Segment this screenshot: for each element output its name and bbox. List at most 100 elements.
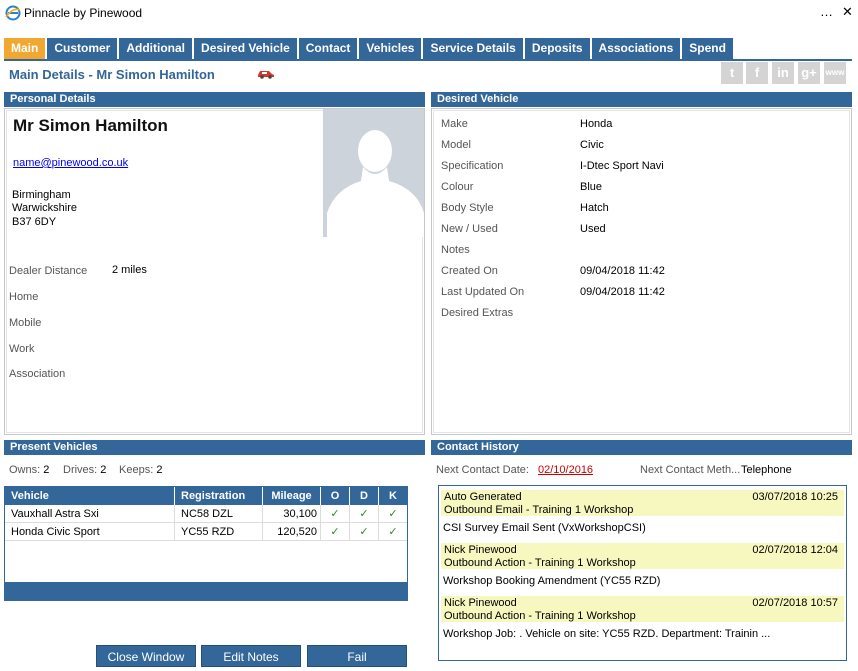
next-contact-method-label: Next Contact Meth... <box>640 464 741 476</box>
vehicle-cell: Vauxhall Astra Sxi <box>5 505 175 523</box>
address-line: Warwickshire <box>12 202 77 214</box>
vehicle-cell: Honda Civic Sport <box>5 523 175 541</box>
desired-vehicle-header: Desired Vehicle <box>431 92 852 107</box>
window-title: Pinnacle by Pinewood <box>24 6 143 20</box>
tab-customer[interactable]: Customer <box>47 38 118 59</box>
tab-underline <box>4 59 852 61</box>
avatar[interactable] <box>323 109 424 237</box>
field-label: Model <box>441 139 471 151</box>
close-window-button[interactable]: Close Window <box>96 645 196 667</box>
field-label: Specification <box>441 160 504 172</box>
keeps-count: Keeps: 2 <box>119 464 162 476</box>
tab-vehicles[interactable]: Vehicles <box>359 38 422 59</box>
page-title: Main Details - Mr Simon Hamilton <box>9 67 215 82</box>
tab-bar: Main Customer Additional Desired Vehicle… <box>4 38 735 60</box>
model-value: Civic <box>580 139 604 151</box>
column-header-owns[interactable]: O <box>321 487 350 505</box>
field-label: Association <box>9 368 66 380</box>
history-entry-body: Workshop Job: . Vehicle on site: YC55 RZ… <box>443 628 771 640</box>
field-label: Desired Extras <box>441 307 514 319</box>
email-link[interactable]: name@pinewood.co.uk <box>13 157 128 169</box>
dealer-distance-value: 2 miles <box>112 264 147 276</box>
next-contact-date-label: Next Contact Date: <box>436 464 529 476</box>
column-header-keeps[interactable]: K <box>379 487 407 505</box>
keeps-check-icon: ✓ <box>379 523 407 541</box>
table-header: Vehicle Registration Mileage O D K <box>5 487 407 505</box>
minimize-button[interactable]: … <box>820 4 833 19</box>
next-contact-method-value: Telephone <box>741 464 792 476</box>
close-window-icon[interactable]: ✕ <box>842 4 853 20</box>
history-entry-header[interactable]: Auto Generated 03/07/2018 10:25 Outbound… <box>441 490 844 516</box>
history-author: Nick Pinewood <box>444 544 517 556</box>
field-label: Home <box>9 291 39 303</box>
make-value: Honda <box>580 118 613 130</box>
history-author: Auto Generated <box>444 491 522 503</box>
owns-check-icon: ✓ <box>321 523 350 541</box>
table-footer <box>5 582 407 600</box>
mileage-cell: 30,100 <box>263 505 321 523</box>
history-entry-body: Workshop Booking Amendment (YC55 RZD) <box>443 575 661 587</box>
history-action: Outbound Action - Training 1 Workshop <box>444 557 636 569</box>
tab-deposits[interactable]: Deposits <box>524 38 590 59</box>
history-entry-body: CSI Survey Email Sent (VxWorkshopCSI) <box>443 522 646 534</box>
drives-value: 2 <box>100 464 107 476</box>
keeps-value: 2 <box>156 464 163 476</box>
contact-history-list[interactable]: Auto Generated 03/07/2018 10:25 Outbound… <box>438 485 847 661</box>
last-updated-value: 09/04/2018 11:42 <box>580 286 665 298</box>
specification-value: I-Dtec Sport Navi <box>580 160 664 172</box>
history-timestamp: 02/07/2018 12:04 <box>752 544 838 556</box>
owns-label: Owns: <box>9 464 41 476</box>
edit-notes-button[interactable]: Edit Notes <box>201 645 301 667</box>
field-label: Mobile <box>9 317 42 329</box>
car-icon <box>258 71 274 79</box>
drives-check-icon: ✓ <box>350 523 379 541</box>
next-contact-date-value[interactable]: 02/10/2016 <box>538 464 593 476</box>
history-entry-header[interactable]: Nick Pinewood 02/07/2018 12:04 Outbound … <box>441 543 844 569</box>
website-icon[interactable]: www <box>824 62 846 84</box>
field-label: Notes <box>441 244 470 256</box>
drives-check-icon: ✓ <box>350 505 379 523</box>
history-action: Outbound Action - Training 1 Workshop <box>444 610 636 622</box>
history-timestamp: 02/07/2018 10:57 <box>752 597 838 609</box>
tab-main[interactable]: Main <box>4 38 46 59</box>
colour-value: Blue <box>580 181 603 193</box>
field-label: Created On <box>441 265 498 277</box>
linkedin-icon[interactable]: in <box>772 62 794 84</box>
column-header-mileage[interactable]: Mileage <box>263 487 321 505</box>
column-header-vehicle[interactable]: Vehicle <box>5 487 175 505</box>
google-plus-icon[interactable]: g+ <box>798 62 820 84</box>
contact-history-header: Contact History <box>431 440 852 455</box>
mileage-cell: 120,520 <box>263 523 321 541</box>
customer-name: Mr Simon Hamilton <box>13 116 168 135</box>
field-label: Last Updated On <box>441 286 525 298</box>
owns-check-icon: ✓ <box>321 505 350 523</box>
tab-contact[interactable]: Contact <box>298 38 358 59</box>
present-vehicles-header: Present Vehicles <box>4 440 425 455</box>
drives-label: Drives: <box>63 464 98 476</box>
body-style-value: Hatch <box>580 202 609 214</box>
history-timestamp: 03/07/2018 10:25 <box>752 491 838 503</box>
tab-spend[interactable]: Spend <box>682 38 733 59</box>
field-label: Work <box>9 343 35 355</box>
personal-details-header: Personal Details <box>4 92 425 107</box>
tab-service-details[interactable]: Service Details <box>423 38 523 59</box>
drives-count: Drives: 2 <box>63 464 106 476</box>
title-bar: Pinnacle by Pinewood … ✕ <box>0 0 858 28</box>
tab-desired-vehicle[interactable]: Desired Vehicle <box>194 38 297 59</box>
registration-cell: NC58 DZL <box>175 505 263 523</box>
field-label: New / Used <box>441 223 498 235</box>
tab-additional[interactable]: Additional <box>119 38 193 59</box>
field-label: Make <box>441 118 468 130</box>
column-header-registration[interactable]: Registration <box>175 487 263 505</box>
field-label: Colour <box>441 181 474 193</box>
created-on-value: 09/04/2018 11:42 <box>580 265 665 277</box>
twitter-icon[interactable]: t <box>721 62 743 84</box>
facebook-icon[interactable]: f <box>746 62 768 84</box>
new-used-value: Used <box>580 223 606 235</box>
fail-button[interactable]: Fail <box>307 645 407 667</box>
column-header-drives[interactable]: D <box>350 487 379 505</box>
history-entry-header[interactable]: Nick Pinewood 02/07/2018 10:57 Outbound … <box>441 596 844 622</box>
field-label: Body Style <box>441 202 494 214</box>
tab-associations[interactable]: Associations <box>591 38 681 59</box>
keeps-check-icon: ✓ <box>379 505 407 523</box>
